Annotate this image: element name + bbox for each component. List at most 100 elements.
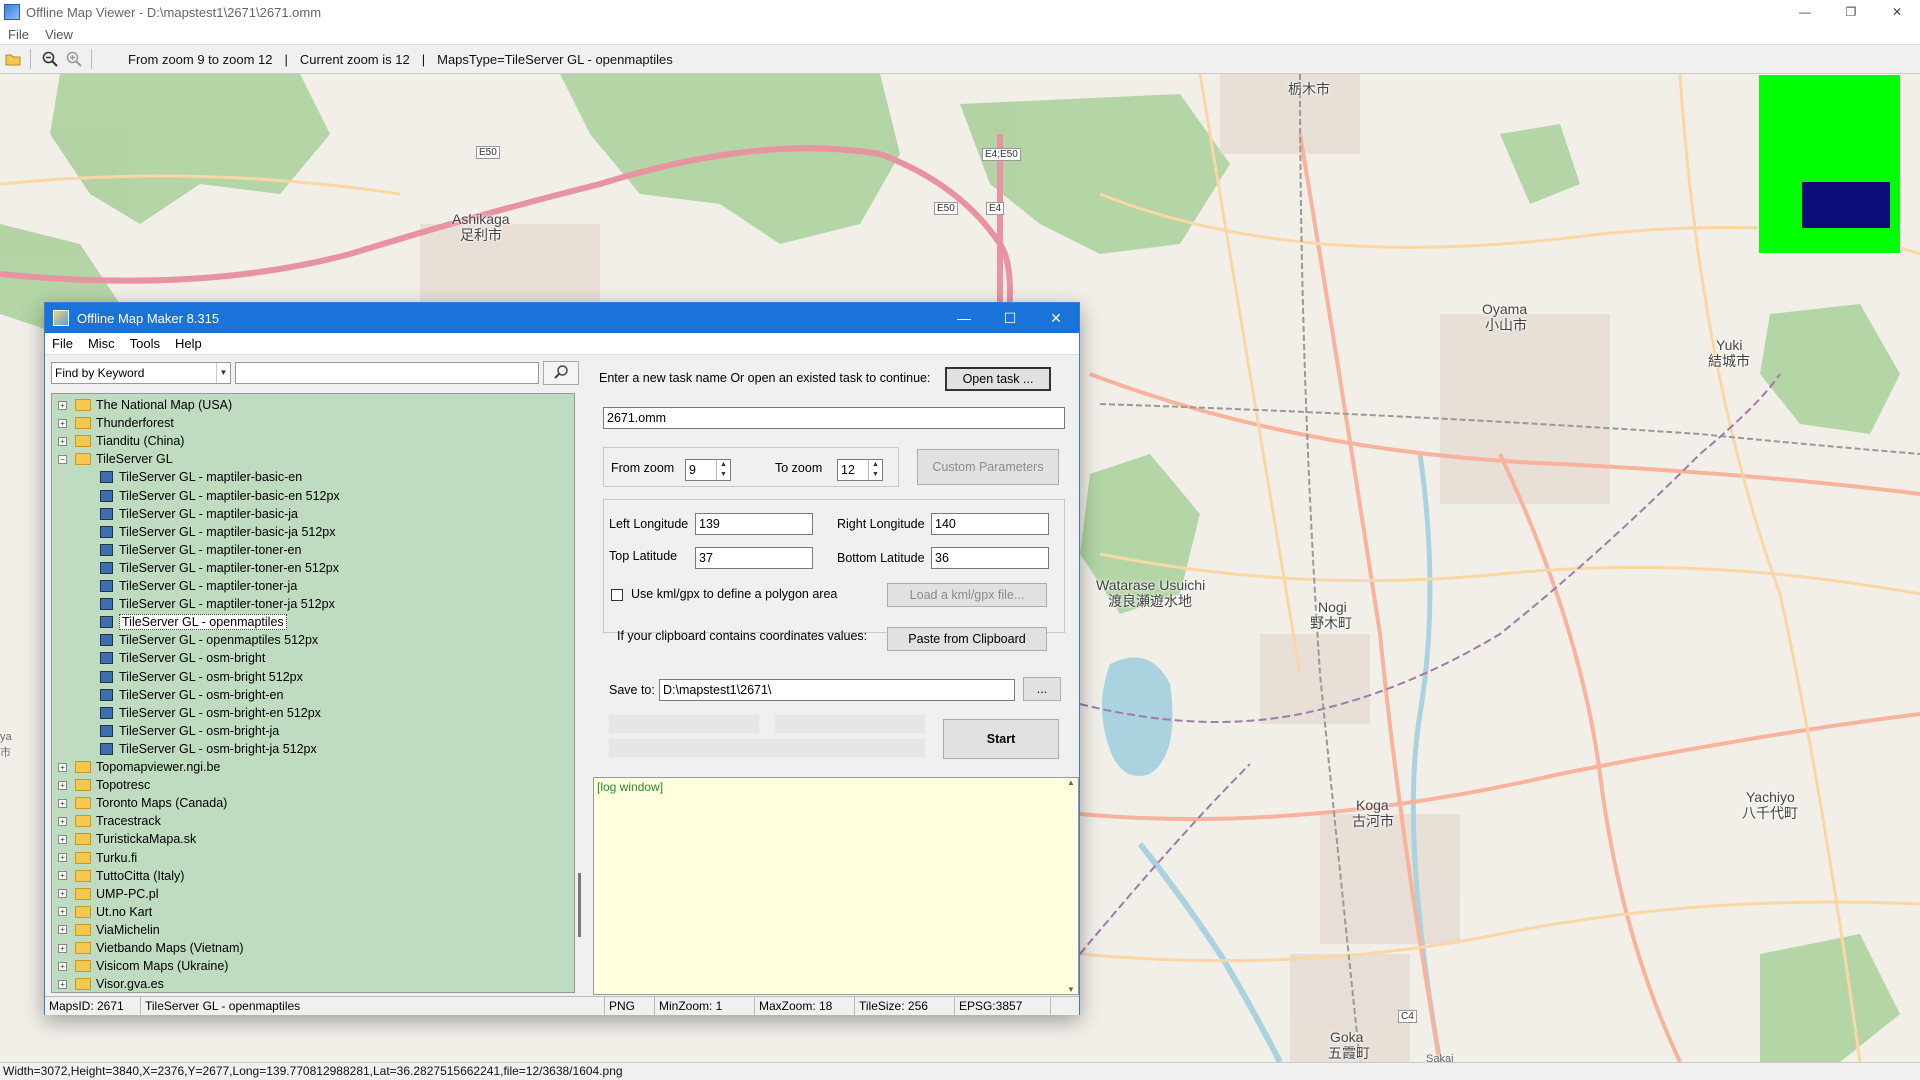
spinner-arrows-icon[interactable]: ▲ ▼ [868,460,882,480]
zoom-in-icon[interactable] [63,48,85,70]
to-zoom-spinner[interactable]: 12 ▲ ▼ [837,459,883,481]
tree-map-item[interactable]: TileServer GL - openmaptiles 512px [100,631,318,649]
dialog-menu-tools[interactable]: Tools [123,336,168,351]
expand-icon[interactable]: + [58,979,67,989]
tree-map-item[interactable]: TileServer GL - maptiler-toner-ja [100,577,297,595]
tree-item-label: TileServer GL - maptiler-toner-en 512px [119,560,339,575]
expand-icon[interactable]: + [58,780,67,790]
tree-map-item[interactable]: TileServer GL - osm-bright-en 512px [100,704,321,722]
expand-icon[interactable]: + [58,871,67,881]
toolbar: From zoom 9 to zoom 12 | Current zoom is… [0,44,1920,74]
task-name-input[interactable]: 2671.omm [603,407,1065,429]
tree-folder[interactable]: + Topotresc [58,776,150,794]
keyword-input[interactable] [235,362,539,384]
browse-button[interactable]: ... [1023,677,1061,701]
tree-folder[interactable]: + Turku.fi [58,849,137,867]
tree-folder[interactable]: + Ut.no Kart [58,903,152,921]
expand-icon[interactable]: + [58,925,67,935]
minimap-viewport[interactable] [1802,182,1890,228]
tree-folder[interactable]: + ViaMichelin [58,921,160,939]
expand-icon[interactable]: + [58,943,67,953]
expand-icon[interactable]: + [58,889,67,899]
expand-icon[interactable]: + [58,418,67,428]
paste-clipboard-button[interactable]: Paste from Clipboard [887,627,1047,651]
expand-icon[interactable]: + [58,961,67,971]
scroll-down-icon[interactable]: ▼ [1067,985,1075,994]
tree-folder[interactable]: + Toronto Maps (Canada) [58,794,227,812]
tree-map-item[interactable]: TileServer GL - osm-bright [100,649,265,667]
bottom-latitude-input[interactable]: 36 [931,547,1049,569]
tree-folder[interactable]: + UMP-PC.pl [58,885,159,903]
dialog-titlebar[interactable]: Offline Map Maker 8.315 — ☐ ✕ [45,303,1079,333]
tree-map-item[interactable]: TileServer GL - osm-bright 512px [100,668,303,686]
tree-map-item[interactable]: TileServer GL - maptiler-toner-ja 512px [100,595,335,613]
start-button[interactable]: Start [943,719,1059,759]
expand-icon[interactable]: + [58,834,67,844]
expand-icon[interactable]: + [58,816,67,826]
expand-icon[interactable]: + [58,400,67,410]
dialog-maximize-button[interactable]: ☐ [987,303,1033,333]
from-zoom-spinner[interactable]: 9 ▲ ▼ [685,459,731,481]
load-kml-button[interactable]: Load a kml/gpx file... [887,583,1047,607]
expand-icon[interactable]: + [58,436,67,446]
tree-map-item[interactable]: TileServer GL - maptiler-basic-en [100,468,302,486]
left-longitude-input[interactable]: 139 [695,513,813,535]
open-task-button[interactable]: Open task ... [945,367,1051,391]
tree-folder[interactable]: + The National Map (USA) [58,396,232,414]
tree-map-item[interactable]: TileServer GL - openmaptiles [100,613,287,631]
expand-icon[interactable]: + [58,907,67,917]
collapse-icon[interactable]: − [58,454,67,464]
menu-file[interactable]: File [0,27,37,42]
minimap[interactable] [1758,74,1901,254]
search-button[interactable] [543,361,579,385]
tree-scrollbar-thumb[interactable] [578,873,581,937]
zoom-out-icon[interactable] [39,48,61,70]
kml-polygon-checkbox[interactable] [611,589,623,601]
tree-folder[interactable]: + Vietbando Maps (Vietnam) [58,939,244,957]
expand-icon[interactable]: + [58,853,67,862]
top-latitude-input[interactable]: 37 [695,547,813,569]
tree-map-item[interactable]: TileServer GL - osm-bright-en [100,686,283,704]
dialog-menu-help[interactable]: Help [168,336,210,351]
expand-icon[interactable]: + [58,798,67,808]
map-source-tree[interactable]: + The National Map (USA) + Thunderforest + Ti… [51,393,575,993]
map-icon [100,489,113,502]
tree-map-item[interactable]: TileServer GL - maptiler-basic-en 512px [100,487,340,505]
maximize-button[interactable]: ❐ [1828,0,1874,24]
custom-parameters-button[interactable]: Custom Parameters [917,449,1059,485]
tree-folder[interactable]: + Tianditu (China) [58,432,184,450]
tree-folder[interactable]: + TuristickaMapa.sk [58,830,196,848]
dialog-minimize-button[interactable]: — [941,303,987,333]
tree-map-item[interactable]: TileServer GL - maptiler-basic-ja [100,505,298,523]
tree-folder[interactable]: + Visicom Maps (Ukraine) [58,957,228,975]
dialog-close-button[interactable]: ✕ [1033,303,1079,333]
map-label-ashikaga: Ashikaga [452,211,510,227]
tree-map-item[interactable]: TileServer GL - maptiler-toner-en [100,541,301,559]
menu-view[interactable]: View [37,27,81,42]
tree-map-item[interactable]: TileServer GL - osm-bright-ja [100,722,279,740]
tree-scrollbar[interactable] [573,393,587,993]
open-folder-icon[interactable] [2,48,24,70]
expand-icon[interactable]: + [58,762,67,772]
tree-folder[interactable]: + Topomapviewer.ngi.be [58,758,220,776]
tree-folder[interactable]: + Tracestrack [58,812,161,830]
scroll-up-icon[interactable]: ▲ [1067,778,1075,787]
spinner-arrows-icon[interactable]: ▲ ▼ [716,460,730,480]
find-mode-select[interactable]: Find by Keyword ▼ [51,362,231,384]
minimize-button[interactable]: — [1782,0,1828,24]
tree-folder[interactable]: + Visor.gva.es [58,975,164,992]
tree-map-item[interactable]: TileServer GL - maptiler-basic-ja 512px [100,523,336,541]
save-to-input[interactable]: D:\mapstest1\2671\ [659,679,1015,701]
map-icon [100,724,113,737]
dialog-menu-file[interactable]: File [45,336,81,351]
tree-folder[interactable]: + Thunderforest [58,414,174,432]
log-scrollbar[interactable]: ▲ ▼ [1064,778,1078,994]
close-button[interactable]: ✕ [1874,0,1920,24]
tree-folder[interactable]: − TileServer GL [58,450,173,468]
tree-map-item[interactable]: TileServer GL - maptiler-toner-en 512px [100,559,339,577]
log-window[interactable]: [log window] ▲ ▼ [593,777,1079,995]
tree-map-item[interactable]: TileServer GL - osm-bright-ja 512px [100,740,317,758]
dialog-menu-misc[interactable]: Misc [81,336,123,351]
tree-folder[interactable]: + TuttoCitta (Italy) [58,867,184,885]
right-longitude-input[interactable]: 140 [931,513,1049,535]
